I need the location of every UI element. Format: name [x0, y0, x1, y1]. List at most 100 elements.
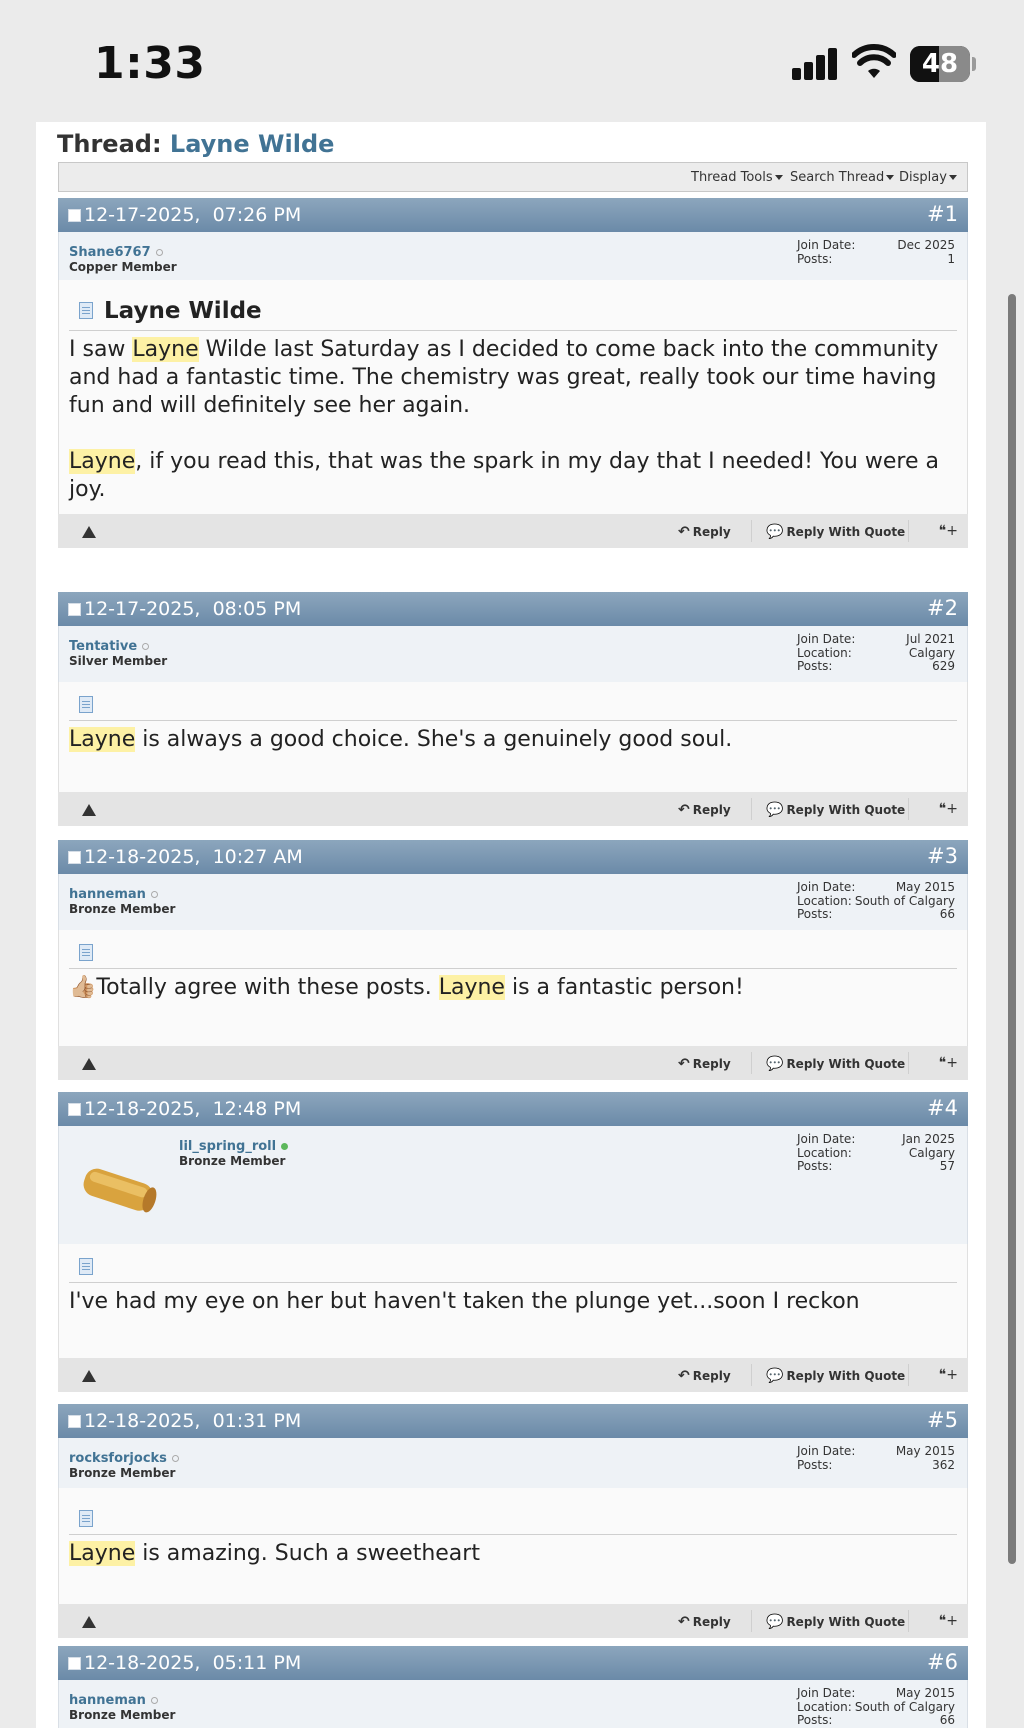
post-header: 12-17-2025, 08:05 PM #2: [58, 592, 968, 626]
post-5: 12-18-2025, 01:31 PM #5 rocksforjocks Br…: [58, 1404, 968, 1638]
user-info: hanneman Bronze Member Join Date: May 201…: [58, 874, 968, 930]
multi-quote-icon[interactable]: ❝+: [939, 801, 958, 817]
status-bar: 1:33 48: [0, 0, 1024, 122]
post-date: 12-18-2025, 05:11 PM: [84, 1652, 302, 1674]
reply-button[interactable]: ↶ Reply: [678, 1614, 731, 1630]
battery-percent: 48: [921, 49, 959, 79]
user-stats: Join Date: May 2015 Location: South of Cal…: [797, 1686, 955, 1727]
reply-icon: ↶: [678, 802, 690, 818]
post-body: Layne Wilde I saw Layne Wilde last Satur…: [58, 280, 968, 514]
post-date: 12-17-2025, 08:05 PM: [84, 598, 302, 620]
user-stats: Join Date: Jul 2021 Location: Calgary Post…: [797, 632, 955, 673]
username[interactable]: Tentative: [69, 639, 150, 654]
username[interactable]: Shane6767: [69, 245, 163, 260]
chevron-down-icon: [948, 175, 957, 180]
reply-with-quote-button[interactable]: 💬 Reply With Quote: [766, 1368, 905, 1384]
post-header: 12-18-2025, 12:48 PM #4: [58, 1092, 968, 1126]
chevron-down-icon: [886, 175, 895, 180]
post-body: I've had my eye on her but haven't taken…: [58, 1244, 968, 1358]
document-icon: [79, 1510, 93, 1527]
cellular-signal-icon: [792, 48, 840, 80]
user-title: Bronze Member: [69, 1466, 176, 1480]
post-date: 12-18-2025, 01:31 PM: [84, 1410, 302, 1432]
search-thread-menu[interactable]: Search Thread: [790, 170, 895, 185]
post-3: 12-18-2025, 10:27 AM #3 hanneman Bronze …: [58, 840, 968, 1080]
post-divider: [69, 720, 957, 721]
post-6: 12-18-2025, 05:11 PM #6 hanneman Bronze …: [58, 1646, 968, 1728]
post-number[interactable]: #6: [927, 1650, 958, 1674]
reply-button[interactable]: ↶ Reply: [678, 1056, 731, 1072]
post-number[interactable]: #1: [927, 202, 958, 226]
reply-with-quote-button[interactable]: 💬 Reply With Quote: [766, 524, 905, 540]
post-number[interactable]: #3: [927, 844, 958, 868]
multi-quote-icon[interactable]: ❝+: [939, 523, 958, 539]
post-footer: ↶ Reply 💬 Reply With Quote ❝+: [58, 1604, 968, 1638]
thumbs-up-icon: 👍🏼: [69, 975, 97, 1000]
post-checkbox[interactable]: [68, 851, 81, 864]
quote-icon: 💬: [766, 1614, 784, 1630]
thread-title: Thread: Layne Wilde: [57, 130, 334, 158]
user-stats: Join Date: May 2015 Location: South of Cal…: [797, 880, 955, 921]
post-number[interactable]: #2: [927, 596, 958, 620]
thread-tools-menu[interactable]: Thread Tools: [691, 170, 783, 185]
offline-status-icon: [142, 643, 150, 650]
status-time: 1:33: [94, 38, 206, 89]
display-menu[interactable]: Display: [899, 170, 957, 185]
report-icon[interactable]: [82, 526, 96, 538]
forum-page: Thread: Layne Wilde Thread Tools Search …: [36, 122, 986, 1728]
page-scrollbar[interactable]: [1008, 294, 1016, 1564]
reply-with-quote-button[interactable]: 💬 Reply With Quote: [766, 802, 905, 818]
reply-button[interactable]: ↶ Reply: [678, 524, 731, 540]
reply-with-quote-button[interactable]: 💬 Reply With Quote: [766, 1614, 905, 1630]
battery-nub: [972, 57, 976, 71]
reply-button[interactable]: ↶ Reply: [678, 802, 731, 818]
post-divider: [69, 330, 957, 331]
reply-icon: ↶: [678, 1614, 690, 1630]
post-body: Layne is always a good choice. She's a g…: [58, 682, 968, 792]
post-checkbox[interactable]: [68, 1657, 81, 1670]
reply-icon: ↶: [678, 524, 690, 540]
reply-button[interactable]: ↶ Reply: [678, 1368, 731, 1384]
report-icon[interactable]: [82, 1058, 96, 1070]
report-icon[interactable]: [82, 1370, 96, 1382]
multi-quote-icon[interactable]: ❝+: [939, 1613, 958, 1629]
reply-with-quote-button[interactable]: 💬 Reply With Quote: [766, 1056, 905, 1072]
user-title: Copper Member: [69, 260, 177, 274]
multi-quote-icon[interactable]: ❝+: [939, 1055, 958, 1071]
username[interactable]: rocksforjocks: [69, 1451, 179, 1466]
reply-icon: ↶: [678, 1056, 690, 1072]
post-checkbox[interactable]: [68, 1103, 81, 1116]
post-checkbox[interactable]: [68, 603, 81, 616]
post-header: 12-18-2025, 10:27 AM #3: [58, 840, 968, 874]
offline-status-icon: [150, 1697, 158, 1704]
multi-quote-icon[interactable]: ❝+: [939, 1367, 958, 1383]
post-number[interactable]: #4: [927, 1096, 958, 1120]
post-1: 12-17-2025, 07:26 PM #1 Shane6767 Copper…: [58, 198, 968, 548]
reply-icon: ↶: [678, 1368, 690, 1384]
document-icon: [79, 944, 93, 961]
user-title: Bronze Member: [69, 1708, 176, 1722]
post-divider: [69, 968, 957, 969]
post-divider: [69, 1534, 957, 1535]
quote-icon: 💬: [766, 1056, 784, 1072]
wifi-icon: [852, 44, 896, 78]
thread-toolbar: Thread Tools Search Thread Display: [58, 162, 968, 192]
user-avatar[interactable]: [69, 1140, 169, 1235]
post-checkbox[interactable]: [68, 209, 81, 222]
username[interactable]: hanneman: [69, 1693, 158, 1708]
report-icon[interactable]: [82, 1616, 96, 1628]
user-title: Bronze Member: [69, 902, 176, 916]
user-stats: Join Date: May 2015 Posts: 362: [797, 1444, 955, 1472]
quote-icon: 💬: [766, 524, 784, 540]
thread-title-name[interactable]: Layne Wilde: [170, 130, 335, 158]
post-checkbox[interactable]: [68, 1415, 81, 1428]
username[interactable]: lil_spring_roll: [179, 1139, 289, 1154]
post-footer: ↶ Reply 💬 Reply With Quote ❝+: [58, 1046, 968, 1080]
report-icon[interactable]: [82, 804, 96, 816]
post-number[interactable]: #5: [927, 1408, 958, 1432]
post-date: 12-17-2025, 07:26 PM: [84, 204, 302, 226]
quote-icon: 💬: [766, 1368, 784, 1384]
user-info: Shane6767 Copper Member Join Date: Dec 20…: [58, 232, 968, 280]
post-date: 12-18-2025, 10:27 AM: [84, 846, 303, 868]
username[interactable]: hanneman: [69, 887, 158, 902]
